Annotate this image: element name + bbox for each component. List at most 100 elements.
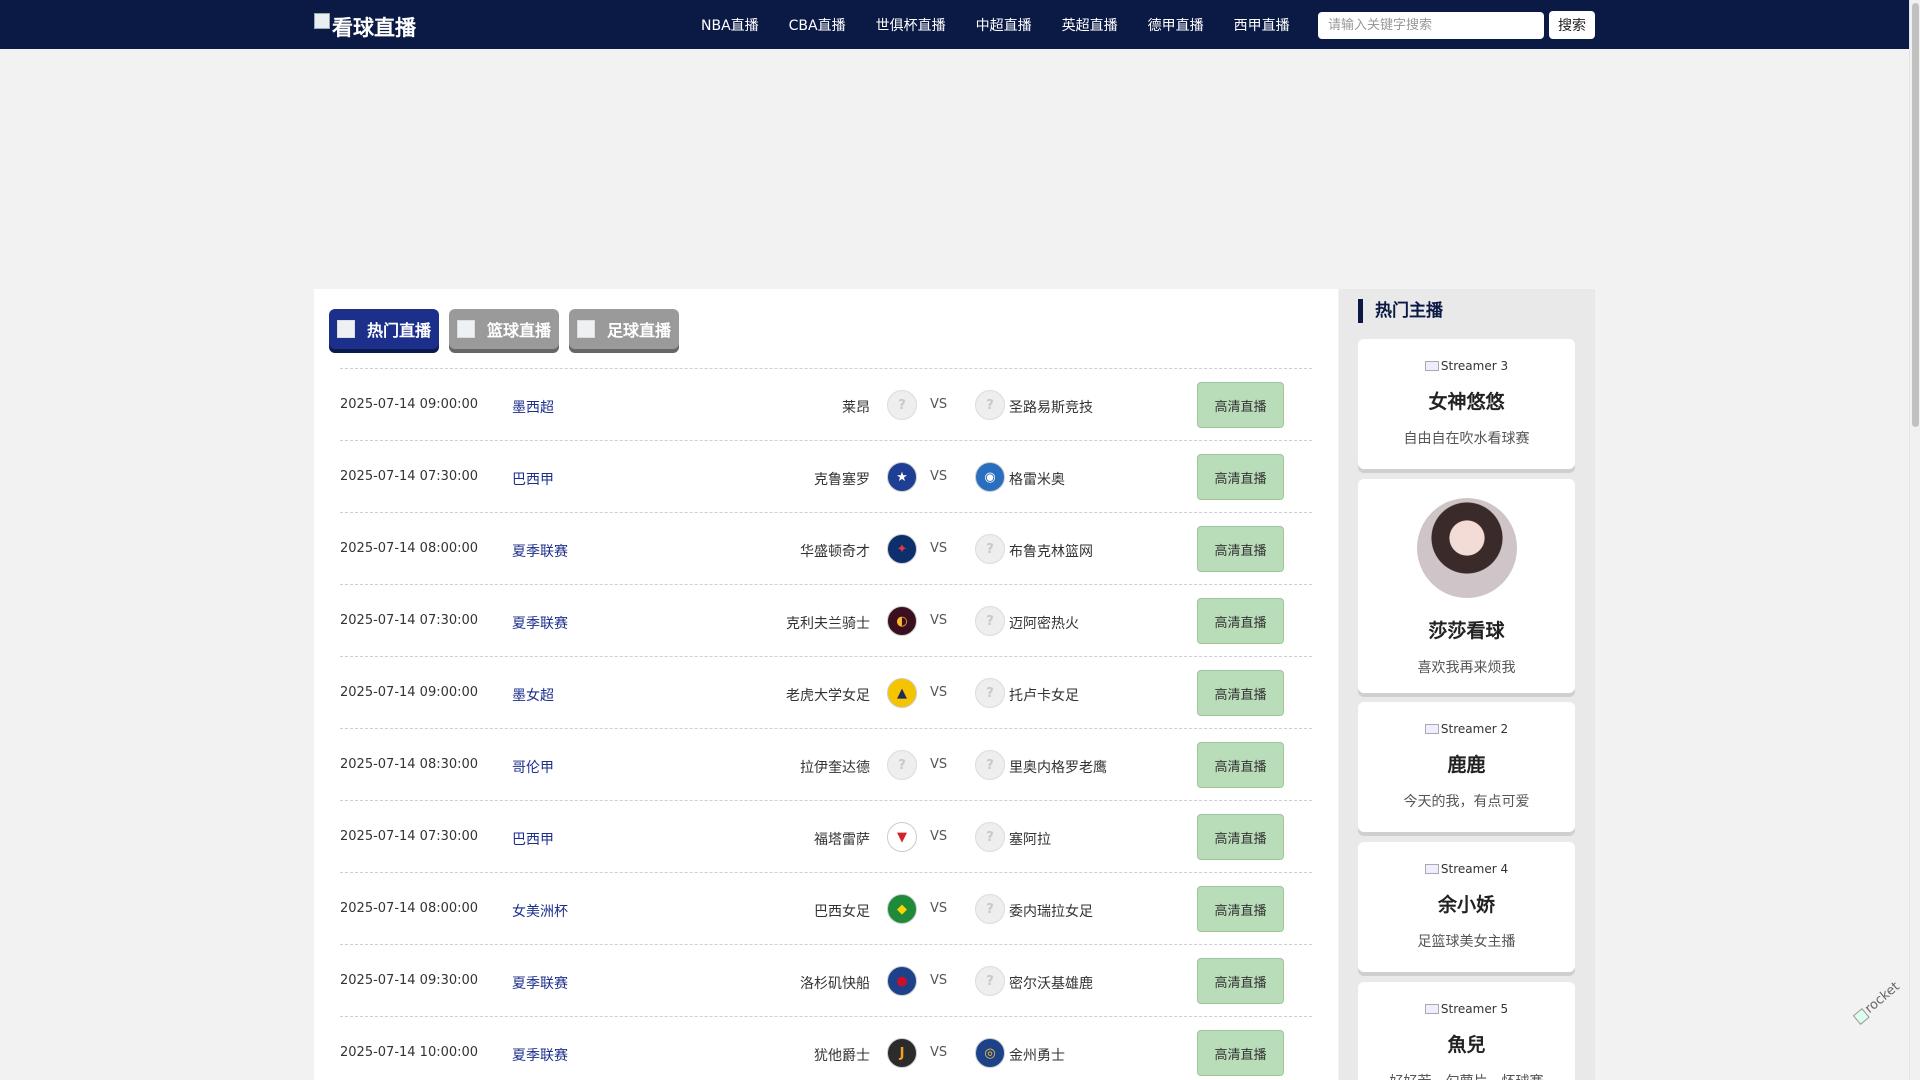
nav-item-bundesliga[interactable]: 德甲直播 — [1148, 15, 1204, 35]
nav-item-club-world-cup[interactable]: 世俱杯直播 — [876, 15, 946, 35]
nav-item-csl[interactable]: 中超直播 — [976, 15, 1032, 35]
match-time: 2025-07-14 09:30:00 — [340, 973, 479, 988]
hd-live-button[interactable]: 高清直播 — [1197, 598, 1284, 644]
vs-label: VS — [930, 397, 948, 412]
home-team: 洛杉矶快船 — [800, 976, 870, 992]
hd-live-button[interactable]: 高清直播 — [1197, 958, 1284, 1004]
streamer-card[interactable]: 莎莎看球 喜欢我再来烦我 — [1358, 479, 1575, 693]
streamer-avatar-broken: Streamer 3 — [1358, 339, 1575, 373]
streamer-name: 鹿鹿 — [1447, 754, 1486, 776]
match-row: 2025-07-14 09:00:00 墨女超 老虎大学女足 ▲ VS? 托卢卡女足 高清直… — [340, 656, 1312, 728]
avatar-alt-text: Streamer 3 — [1440, 359, 1509, 373]
basketball-icon — [456, 320, 475, 338]
match-row: 2025-07-14 07:30:00 巴西甲 克鲁塞罗 ★ VS ◉ 格雷米奥 高清直播 — [340, 440, 1312, 512]
hd-live-button[interactable]: 高清直播 — [1197, 742, 1284, 788]
away-team: 委内瑞拉女足 — [1009, 904, 1093, 920]
match-row: 2025-07-14 09:00:00 墨西超 莱昂? VS? 圣路易斯竞技 高清直播 — [340, 368, 1312, 440]
streamer-desc: 自由自在吹水看球赛 — [1403, 431, 1530, 447]
streamer-name: 女神悠悠 — [1428, 391, 1505, 413]
match-time: 2025-07-14 07:30:00 — [340, 469, 479, 484]
streamer-desc: 好好若，勾萝片，怀球赛 — [1358, 1071, 1575, 1080]
back-to-top-rocket[interactable]: rocket — [1852, 979, 1903, 1025]
team-logo-icon: ▲ — [887, 678, 917, 708]
vs-label: VS — [930, 613, 948, 628]
match-row: 2025-07-14 07:30:00 夏季联赛 克利夫兰骑士 ◐ VS? 迈阿密热火 高清… — [340, 584, 1312, 656]
hd-live-button[interactable]: 高清直播 — [1197, 454, 1284, 500]
league-link[interactable]: 女美洲杯 — [512, 901, 568, 921]
league-link[interactable]: 墨西超 — [512, 397, 554, 417]
vs-label: VS — [930, 685, 948, 700]
match-time: 2025-07-14 08:00:00 — [340, 901, 479, 916]
avatar-alt-text: Streamer 4 — [1440, 862, 1509, 876]
scrollbar-thumb[interactable] — [1912, 3, 1919, 427]
vs-label: VS — [930, 829, 948, 844]
tab-hot-live[interactable]: 热门直播 — [329, 309, 439, 349]
league-link[interactable]: 夏季联赛 — [512, 1045, 568, 1065]
hd-live-button[interactable]: 高清直播 — [1197, 526, 1284, 572]
unknown-team-icon: ? — [975, 678, 1005, 708]
broken-image-icon — [1424, 361, 1439, 371]
away-team: 格雷米奥 — [1009, 472, 1065, 488]
league-link[interactable]: 墨女超 — [512, 685, 554, 705]
match-time: 2025-07-14 07:30:00 — [340, 829, 479, 844]
search-input[interactable] — [1318, 12, 1544, 39]
match-time: 2025-07-14 09:00:00 — [340, 397, 479, 412]
away-team: 金州勇士 — [1009, 1048, 1065, 1064]
main-nav: NBA直播 CBA直播 世俱杯直播 中超直播 英超直播 德甲直播 西甲直播 — [686, 0, 1305, 49]
league-link[interactable]: 夏季联赛 — [512, 613, 568, 633]
hd-live-button[interactable]: 高清直播 — [1197, 382, 1284, 428]
hd-live-button[interactable]: 高清直播 — [1197, 1030, 1284, 1076]
hd-live-button[interactable]: 高清直播 — [1197, 670, 1284, 716]
away-team: 迈阿密热火 — [1009, 616, 1079, 632]
hd-live-button[interactable]: 高清直播 — [1197, 814, 1284, 860]
search-button[interactable]: 搜索 — [1549, 11, 1595, 39]
match-list-panel: 热门直播 篮球直播 足球直播 2025-07-14 09:00:00 墨西超 莱昂?… — [314, 289, 1338, 1080]
site-logo[interactable]: 看球直播 — [314, 12, 416, 42]
home-team: 犹他爵士 — [814, 1048, 870, 1064]
away-team: 里奥内格罗老鹰 — [1009, 760, 1107, 776]
home-team: 老虎大学女足 — [786, 688, 870, 704]
league-link[interactable]: 巴西甲 — [512, 469, 554, 489]
streamer-card[interactable]: Streamer 3 女神悠悠 自由自在吹水看球赛 — [1358, 339, 1575, 469]
streamer-card[interactable]: Streamer 5 魚兒 好好若，勾萝片，怀球赛 — [1358, 982, 1575, 1080]
team-logo-icon: ▼ — [887, 822, 917, 852]
league-link[interactable]: 夏季联赛 — [512, 973, 568, 993]
away-team: 密尔沃基雄鹿 — [1009, 976, 1093, 992]
team-logo-icon: ◆ — [887, 894, 917, 924]
nav-item-la-liga[interactable]: 西甲直播 — [1234, 15, 1290, 35]
tab-football-live[interactable]: 足球直播 — [569, 309, 679, 349]
match-time: 2025-07-14 09:00:00 — [340, 685, 479, 700]
team-logo-icon: ◎ — [975, 1038, 1005, 1068]
match-list: 2025-07-14 09:00:00 墨西超 莱昂? VS? 圣路易斯竞技 高清直播 20… — [340, 368, 1312, 1080]
tab-basketball-live[interactable]: 篮球直播 — [449, 309, 559, 349]
unknown-team-icon: ? — [975, 390, 1005, 420]
league-link[interactable]: 哥伦甲 — [512, 757, 554, 777]
nav-item-premier-league[interactable]: 英超直播 — [1062, 15, 1118, 35]
top-navbar: 看球直播 NBA直播 CBA直播 世俱杯直播 中超直播 英超直播 德甲直播 西甲… — [0, 0, 1909, 49]
avatar-alt-text: Streamer 2 — [1440, 722, 1509, 736]
hd-live-button[interactable]: 高清直播 — [1197, 886, 1284, 932]
league-link[interactable]: 巴西甲 — [512, 829, 554, 849]
site-logo-text: 看球直播 — [332, 16, 416, 40]
broken-image-icon — [1424, 1004, 1439, 1014]
nav-item-cba[interactable]: CBA直播 — [789, 15, 846, 35]
streamer-card[interactable]: Streamer 2 鹿鹿 今天的我，有点可爱 — [1358, 702, 1575, 832]
streamer-name: 魚兒 — [1447, 1034, 1486, 1056]
streamer-name: 余小娇 — [1437, 894, 1495, 916]
broken-image-icon — [1424, 724, 1439, 734]
nav-item-nba[interactable]: NBA直播 — [701, 15, 759, 35]
rocket-alt-text: rocket — [1862, 979, 1903, 1017]
unknown-team-icon: ? — [975, 534, 1005, 564]
home-team: 拉伊奎达德 — [800, 760, 870, 776]
league-link[interactable]: 夏季联赛 — [512, 541, 568, 561]
unknown-team-icon: ? — [975, 822, 1005, 852]
streamer-card[interactable]: Streamer 4 余小娇 足篮球美女主播 — [1358, 842, 1575, 972]
scrollbar[interactable] — [1909, 0, 1920, 1080]
team-logo-icon: ◐ — [887, 606, 917, 636]
team-logo-icon: J — [887, 1038, 917, 1068]
away-team: 布鲁克林篮网 — [1009, 544, 1093, 560]
team-logo-icon: ★ — [887, 462, 917, 492]
streamer-avatar-broken: Streamer 5 — [1358, 982, 1575, 1016]
match-row: 2025-07-14 07:30:00 巴西甲 福塔雷萨 ▼ VS? 塞阿拉 高清直播 — [340, 800, 1312, 872]
unknown-team-icon: ? — [975, 606, 1005, 636]
